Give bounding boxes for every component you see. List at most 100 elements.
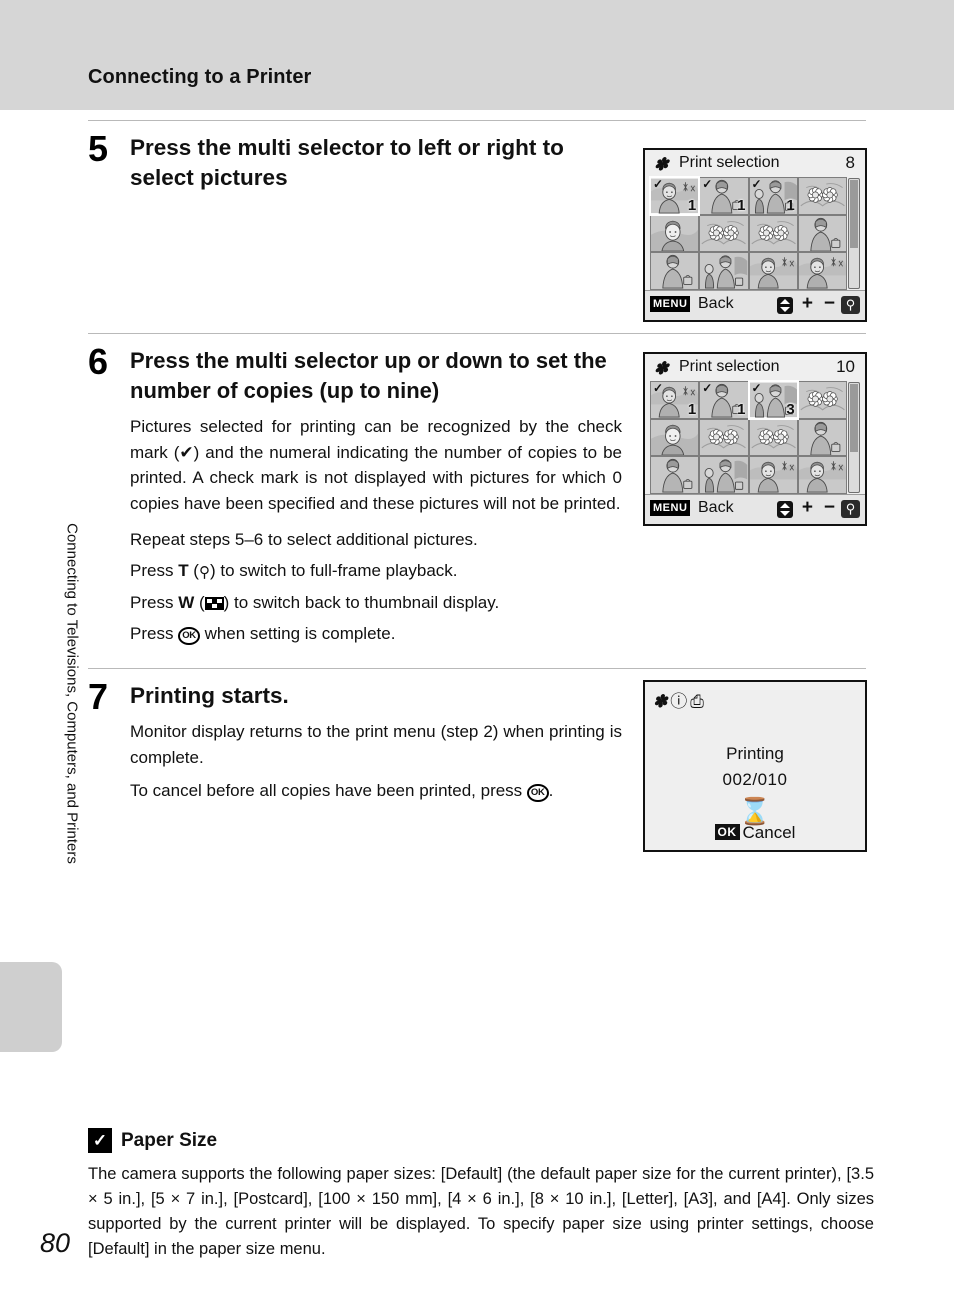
thumbnail-cell[interactable] xyxy=(749,215,797,252)
note-title: Paper Size xyxy=(121,1129,218,1151)
pictbridge-icon: ✽ xyxy=(652,155,670,174)
up-down-arrow-icon xyxy=(777,297,793,314)
camera-screen-printing-progress: ✽ⓘ⎙ Printing 002/010 ⌛ OK Cancel xyxy=(643,680,867,852)
screen-1-title: Print selection xyxy=(679,154,780,171)
thumbnail-cell[interactable] xyxy=(651,215,699,252)
printing-status-icons: ✽ⓘ⎙ xyxy=(653,687,707,712)
copies-count: 1 xyxy=(687,196,697,214)
copies-count: 1 xyxy=(786,196,795,214)
step-5-heading: Press the multi selector to left or righ… xyxy=(130,135,564,190)
thumbnail-cell[interactable] xyxy=(798,419,846,456)
thumbnail-cell[interactable]: ✓ 1 xyxy=(749,178,797,214)
screen-1-scrollbar[interactable] xyxy=(848,178,860,289)
pictbridge-icon: ✽ xyxy=(652,359,670,378)
copies-count: 1 xyxy=(737,400,746,418)
line-press-t: Press T (⚲) to switch to full-frame play… xyxy=(130,556,622,589)
thumbnail-cell[interactable] xyxy=(651,457,699,493)
thumbnail-cell[interactable] xyxy=(700,457,748,493)
note-header: ✓ Paper Size xyxy=(88,1128,874,1153)
thumbnail-cell[interactable] xyxy=(798,253,846,289)
lcd-surface-2: ✽ Print selection 10 ✓ 1 ✓ 1 ✓ 3 MENU Back + … xyxy=(645,354,865,524)
screen-1-title-bar: ✽ Print selection 8 xyxy=(645,150,865,176)
screen-1-bottom-bar: MENU Back + − ⚲ xyxy=(645,290,865,320)
up-down-arrow-icon xyxy=(777,501,793,518)
thumbnail-cell[interactable] xyxy=(651,253,699,289)
check-mark-icon: ✓ xyxy=(653,178,664,191)
step-7-heading: Printing starts. xyxy=(130,683,289,708)
thumbnail-cell[interactable] xyxy=(749,457,797,493)
tele-button-key: T xyxy=(178,560,189,580)
thumbnail-cell[interactable] xyxy=(749,253,797,289)
check-mark-icon: ✓ xyxy=(751,382,762,395)
line-repeat-steps: Repeat steps 5–6 to select additional pi… xyxy=(130,525,622,556)
minus-label: − xyxy=(823,293,835,314)
thumbnail-cell[interactable]: ✓ 1 xyxy=(651,382,699,418)
printing-progress-count: 002/010 xyxy=(722,770,788,789)
thumbnail-cell[interactable] xyxy=(798,178,846,214)
back-label[interactable]: Back xyxy=(698,295,734,313)
step-7-number: 7 xyxy=(88,676,109,717)
press-t-open-paren: ( xyxy=(188,560,199,580)
cancel-label[interactable]: Cancel xyxy=(743,823,796,842)
press-t-suffix: ) to switch to full-frame playback. xyxy=(209,560,458,580)
magnifier-icon[interactable]: ⚲ xyxy=(841,500,860,518)
screen-2-thumbnail-grid[interactable]: ✓ 1 ✓ 1 ✓ 3 xyxy=(650,380,847,494)
chapter-tab-marker xyxy=(0,962,62,1052)
press-ok-suffix: when setting is complete. xyxy=(199,623,396,643)
step-6-number: 6 xyxy=(88,341,109,382)
note-body: The camera supports the following paper … xyxy=(88,1165,874,1258)
screen-2-title: Print selection xyxy=(679,358,780,375)
thumbnail-cell[interactable] xyxy=(700,419,748,456)
chapter-vertical-label: Connecting to Televisions, Computers, an… xyxy=(63,523,81,864)
menu-badge[interactable]: MENU xyxy=(650,500,691,516)
ok-button-key: OK xyxy=(178,626,200,645)
back-label[interactable]: Back xyxy=(698,499,734,517)
thumbnail-cell[interactable]: ✓ 1 xyxy=(648,176,701,216)
menu-badge[interactable]: MENU xyxy=(650,296,691,312)
line-press-w: Press W () to switch back to thumbnail d… xyxy=(130,588,622,619)
plus-label: + xyxy=(801,497,813,518)
step-7-paragraph-1: Monitor display returns to the print men… xyxy=(130,722,622,767)
thumbnail-cell[interactable] xyxy=(749,419,797,456)
screen-2-count: 10 xyxy=(836,357,855,376)
paper-size-note: ✓ Paper Size The camera supports the fol… xyxy=(88,1128,874,1262)
screen-2-scrollbar[interactable] xyxy=(848,382,860,493)
warning-icon: ⓘ xyxy=(670,692,691,711)
thumbnail-cell[interactable] xyxy=(651,419,699,456)
wide-button-key: W xyxy=(178,593,195,612)
press-t-prefix: Press xyxy=(130,560,179,580)
plus-label: + xyxy=(801,293,813,314)
ok-button-key-cancel: OK xyxy=(526,784,549,802)
page-title: Connecting to a Printer xyxy=(88,66,312,88)
thumbnail-cell[interactable] xyxy=(700,253,748,289)
thumbnail-cell[interactable] xyxy=(700,215,748,252)
screen-2-bottom-bar: MENU Back + − ⚲ xyxy=(645,494,865,524)
step-6-paragraph: Pictures selected for printing can be re… xyxy=(130,417,622,513)
step-7-cancel-prefix: To cancel before all copies have been pr… xyxy=(130,781,527,800)
zoom-in-icon: ⚲ xyxy=(198,563,210,581)
printing-cancel-row[interactable]: OK Cancel xyxy=(645,823,865,843)
minus-label: − xyxy=(823,497,835,518)
thumbnail-cell[interactable]: ✓ 1 xyxy=(700,178,748,214)
step-6-heading: Press the multi selector up or down to s… xyxy=(130,348,607,403)
copies-count: 1 xyxy=(687,400,697,418)
step-7-paragraph-2: To cancel before all copies have been pr… xyxy=(130,778,622,804)
screen-1-thumbnail-grid[interactable]: ✓ 1 ✓ 1 ✓ 1 xyxy=(648,176,847,290)
printer-icon: ⎙ xyxy=(690,692,707,711)
thumbnail-cell[interactable]: ✓ 1 xyxy=(700,382,748,418)
step-7-cancel-suffix: . xyxy=(548,781,554,800)
magnifier-icon[interactable]: ⚲ xyxy=(841,296,860,314)
ok-badge[interactable]: OK xyxy=(714,824,740,840)
copies-count: 1 xyxy=(737,196,746,214)
thumbnail-cell[interactable]: ✓ 3 xyxy=(747,380,799,420)
page-header-band xyxy=(0,0,954,110)
step-5-number: 5 xyxy=(88,128,109,169)
screen-1-count: 8 xyxy=(845,153,855,172)
thumbnail-cell[interactable] xyxy=(798,382,846,418)
press-w-open-paren: ( xyxy=(194,593,205,612)
thumbnail-cell[interactable] xyxy=(798,215,846,252)
thumbnail-icon xyxy=(204,597,224,610)
line-repeat-steps-text: Repeat steps 5–6 to select additional pi… xyxy=(130,530,478,549)
thumbnail-cell[interactable] xyxy=(798,457,846,493)
check-mark-icon: ✓ xyxy=(751,178,762,191)
